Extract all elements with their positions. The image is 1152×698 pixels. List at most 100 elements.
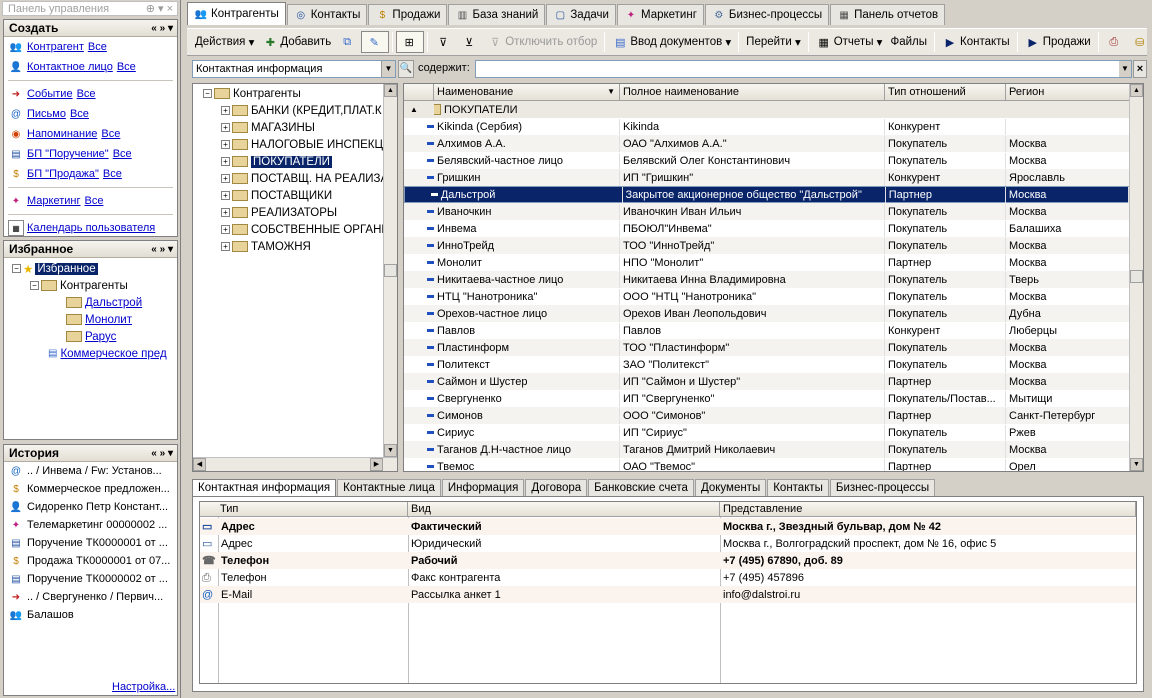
add-button[interactable]: ✚ Добавить — [258, 31, 335, 53]
dropdown-icon[interactable]: ▼ — [1119, 61, 1131, 77]
expand-icon[interactable]: + — [221, 140, 230, 149]
tree-item[interactable]: + НАЛОГОВЫЕ ИНСПЕКЦ — [193, 136, 397, 153]
sales-button[interactable]: ▶ Продажи — [1021, 31, 1095, 53]
actions-menu[interactable]: Действия ▾ — [191, 31, 258, 53]
show-all-link[interactable]: Все — [70, 108, 89, 120]
table-row[interactable]: Инвема ПБОЮЛ"Инвема" Покупатель Балашиха — [404, 220, 1130, 237]
show-all-link[interactable]: Все — [84, 195, 103, 207]
header-name[interactable]: Наименование ▼ — [434, 84, 620, 100]
tab-5[interactable]: ✦ Маркетинг — [616, 4, 704, 25]
tree-hscroll[interactable]: ◀ ▶ — [193, 457, 397, 471]
history-item[interactable]: ➜ .. / Свергуненко / Первич... — [4, 588, 177, 606]
table-row[interactable]: Монолит НПО "Монолит" Партнер Москва — [404, 254, 1130, 271]
panel-pin-icon[interactable]: ⊕ ▾ × — [146, 2, 173, 17]
contacts-button[interactable]: ▶ Контакты — [938, 31, 1014, 53]
tree-item[interactable]: + СОБСТВЕННЫЕ ОРГАНИ — [193, 221, 397, 238]
table-row[interactable]: Твемос ОАО "Твемос" Партнер Орел — [404, 458, 1130, 471]
tree-item[interactable]: + БАНКИ (КРЕДИТ,ПЛАТ.К — [193, 102, 397, 119]
create-link[interactable]: Письмо — [27, 108, 66, 120]
dropdown-icon[interactable]: ▼ — [381, 61, 395, 77]
scroll-thumb[interactable] — [1130, 270, 1143, 283]
detail-tab[interactable]: Информация — [441, 479, 525, 496]
contact-row[interactable]: ▭ Адрес Юридический Москва г., Волгоградски… — [200, 535, 1136, 552]
favorites-group[interactable]: − Контрагенты — [4, 277, 177, 294]
panel-collapse-icon[interactable]: « » ▾ — [151, 241, 173, 258]
panel-collapse-icon[interactable]: « » ▾ — [151, 20, 173, 37]
tab-3[interactable]: ▥ База знаний — [448, 4, 546, 25]
tab-7[interactable]: ▦ Панель отчетов — [830, 4, 946, 25]
history-item[interactable]: $ Коммерческое предложен... — [4, 480, 177, 498]
expand-icon[interactable]: + — [221, 123, 230, 132]
scroll-down-icon[interactable]: ▼ — [1130, 458, 1143, 471]
contact-row[interactable]: ⎙ Телефон Факс контрагента +7 (495) 457896 — [200, 569, 1136, 586]
show-all-link[interactable]: Все — [101, 128, 120, 140]
scroll-right-icon[interactable]: ▶ — [370, 458, 383, 471]
create-item[interactable]: ➜ Событие Все — [4, 84, 177, 104]
tree-item[interactable]: + ПОКУПАТЕЛИ — [193, 153, 397, 170]
table-row[interactable]: Дальстрой Закрытое акционерное общество "… — [404, 186, 1130, 203]
filter-value-input[interactable]: ▼ — [475, 60, 1132, 78]
header-type[interactable]: Тип — [200, 502, 408, 516]
create-link[interactable]: БП "Поручение" — [27, 148, 109, 160]
expand-icon[interactable]: + — [221, 106, 230, 115]
history-item[interactable]: 👤 Сидоренко Петр Констант... — [4, 498, 177, 516]
table-row[interactable]: Сириус ИП "Сириус" Покупатель Ржев — [404, 424, 1130, 441]
contact-row[interactable]: @ E-Mail Рассылка анкет 1 info@dalstroi.ru — [200, 586, 1136, 603]
expand-icon[interactable]: + — [221, 191, 230, 200]
goto-menu[interactable]: Перейти ▾ — [742, 31, 805, 53]
settings-link[interactable]: Настройка... — [112, 681, 175, 693]
table-vscroll[interactable]: ▲ ▼ — [1129, 84, 1143, 471]
tab-2[interactable]: $ Продажи — [368, 4, 448, 25]
clear-filter-button[interactable]: × — [1133, 60, 1147, 78]
table-row[interactable]: Свергуненко ИП "Свергуненко" Покупатель/По… — [404, 390, 1130, 407]
table-row[interactable]: Алхимов А.А. ОАО "Алхимов А.А." Покупатель… — [404, 135, 1130, 152]
tree-vscroll[interactable]: ▲ ▼ — [383, 84, 397, 457]
show-all-link[interactable]: Все — [113, 148, 132, 160]
table-row[interactable]: Орехов-частное лицо Орехов Иван Леопольдо… — [404, 305, 1130, 322]
header-kind[interactable]: Вид — [408, 502, 720, 516]
table-row[interactable]: Гришкин ИП "Гришкин" Конкурент Ярославль — [404, 169, 1130, 186]
hierarchy-button[interactable]: ⊞ — [396, 31, 425, 53]
contact-row[interactable]: ☎ Телефон Рабочий +7 (495) 67890, доб. 89 — [200, 552, 1136, 569]
tab-0[interactable]: 👥 Контрагенты — [187, 2, 286, 25]
detail-tab[interactable]: Контакты — [767, 479, 829, 496]
enter-docs-menu[interactable]: ▤ Ввод документов ▾ — [608, 31, 735, 53]
create-link[interactable]: Напоминание — [27, 128, 97, 140]
favorites-item[interactable]: Монолит — [4, 311, 177, 328]
table-row[interactable]: Пластинформ ТОО "Пластинформ" Покупатель Мо… — [404, 339, 1130, 356]
expand-icon[interactable]: + — [221, 242, 230, 251]
collapse-icon[interactable]: − — [203, 89, 212, 98]
print-button[interactable]: ⎙ — [1102, 31, 1128, 53]
favorites-item-label[interactable]: Монолит — [85, 314, 132, 326]
panel-collapse-icon[interactable]: « » ▾ — [151, 445, 173, 462]
expand-icon[interactable]: + — [221, 157, 230, 166]
favorites-item[interactable]: Дальстрой — [4, 294, 177, 311]
show-all-link[interactable]: Все — [117, 61, 136, 73]
scroll-thumb[interactable] — [384, 264, 397, 277]
disable-filter-button[interactable]: ⊽ Отключить отбор — [483, 31, 601, 53]
header-relation[interactable]: Тип отношений — [885, 84, 1006, 100]
table-row[interactable]: Никитаева-частное лицо Никитаева Инна Вла… — [404, 271, 1130, 288]
tree-root[interactable]: − Контрагенты — [193, 85, 397, 102]
table-row[interactable]: Kikinda (Сербия) Kikinda Конкурент — [404, 118, 1130, 135]
table-row[interactable]: Таганов Д.Н-частное лицо Таганов Дмитрий … — [404, 441, 1130, 458]
tree-item[interactable]: + МАГАЗИНЫ — [193, 119, 397, 136]
up-arrow-icon[interactable]: ▲ — [404, 102, 434, 118]
create-item[interactable]: 👥 Контрагент Все — [4, 37, 177, 57]
files-button[interactable]: Файлы — [886, 31, 931, 53]
create-link[interactable]: Контактное лицо — [27, 61, 113, 73]
calendar-link[interactable]: ▦ Календарь пользователя — [4, 218, 177, 238]
favorites-root[interactable]: − ★ Избранное — [4, 260, 177, 277]
bank-button[interactable]: ⛁ — [1128, 31, 1152, 53]
table-row[interactable]: ИнноТрейд ТОО "ИнноТрейд" Покупатель Москва — [404, 237, 1130, 254]
history-item[interactable]: ✦ Телемаркетинг 00000002 ... — [4, 516, 177, 534]
create-item[interactable]: ✦ Маркетинг Все — [4, 191, 177, 211]
detail-tab[interactable]: Контактные лица — [337, 479, 441, 496]
expand-icon[interactable]: + — [221, 174, 230, 183]
scroll-down-icon[interactable]: ▼ — [384, 444, 397, 457]
table-row[interactable]: НТЦ "Нанотроника" ООО "НТЦ "Нанотроника" П… — [404, 288, 1130, 305]
tab-6[interactable]: ⚙ Бизнес-процессы — [704, 4, 830, 25]
table-row[interactable]: Саймон и Шустер ИП "Саймон и Шустер" Партн… — [404, 373, 1130, 390]
favorites-item-label[interactable]: Дальстрой — [85, 297, 142, 309]
group-row[interactable]: ▲ ПОКУПАТЕЛИ — [404, 101, 1130, 118]
